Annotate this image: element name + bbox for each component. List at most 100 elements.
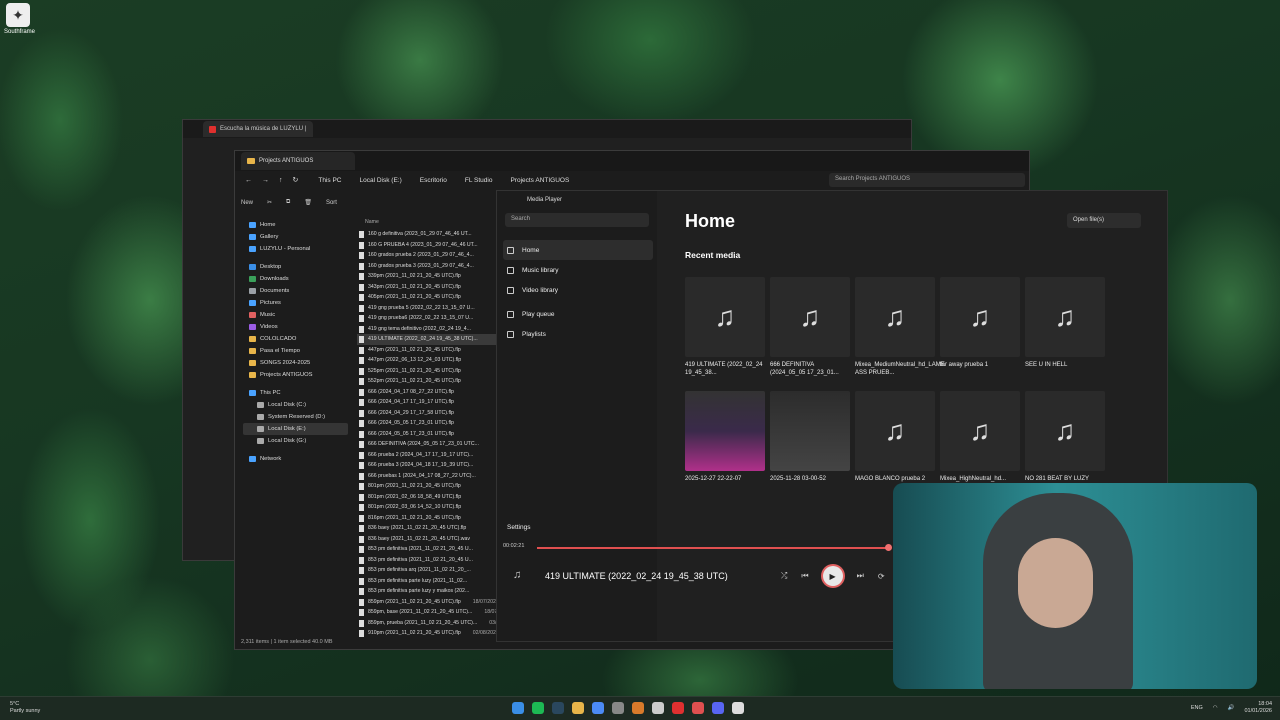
refresh-icon[interactable]: ↻ bbox=[293, 176, 299, 184]
shuffle-icon[interactable]: ⤮ bbox=[781, 571, 787, 581]
media-card[interactable]: 2025-11-28 03-00-52 bbox=[770, 391, 850, 483]
file-name: 160 grados prueba 2 (2023_01_29 07_46_4.… bbox=[368, 252, 474, 258]
nav-item[interactable]: System Reserved (D:) bbox=[243, 411, 348, 423]
seek-knob[interactable] bbox=[885, 544, 892, 551]
new-button[interactable]: New bbox=[241, 200, 253, 206]
spotify-icon[interactable] bbox=[532, 702, 544, 714]
file-explorer-icon[interactable] bbox=[572, 702, 584, 714]
nav-item-label: Videos bbox=[260, 324, 278, 330]
open-files-button[interactable]: Open file(s) bbox=[1067, 213, 1141, 228]
media-card[interactable]: ♫ MAGO BLANCO prueba 2 bbox=[855, 391, 935, 483]
nav-item[interactable]: SONGS 2024-2025 bbox=[243, 357, 348, 369]
nav-item[interactable]: Projects ANTIGUOS bbox=[243, 369, 348, 381]
media-nav: Home Music library Video library Play queue… bbox=[503, 240, 653, 344]
repeat-icon[interactable]: ⟳ bbox=[878, 572, 885, 581]
file-icon bbox=[359, 451, 364, 459]
media-nav-item[interactable]: Video library bbox=[503, 280, 653, 300]
nav-item[interactable]: Home bbox=[243, 219, 348, 231]
media-nav-icon bbox=[507, 330, 514, 338]
play-icon[interactable] bbox=[732, 702, 744, 714]
settings-button[interactable]: Settings bbox=[507, 524, 531, 531]
media-card[interactable]: ♫ NO 281 BEAT BY LUZY bbox=[1025, 391, 1105, 483]
media-thumbnail bbox=[685, 391, 765, 471]
nav-item[interactable]: LUZYLU - Personal bbox=[243, 243, 348, 255]
nav-item-icon bbox=[249, 324, 256, 330]
nav-item[interactable]: Local Disk (C:) bbox=[243, 399, 348, 411]
browser-tab[interactable]: Escucha la música de LUZYLU | bbox=[203, 121, 313, 137]
nav-item[interactable]: Downloads bbox=[243, 273, 348, 285]
nav-item[interactable]: Local Disk (G:) bbox=[243, 435, 348, 447]
forward-icon[interactable]: → bbox=[262, 177, 269, 184]
file-icon bbox=[359, 325, 364, 333]
nav-item[interactable]: Network bbox=[243, 453, 348, 465]
nav-item[interactable]: Documents bbox=[243, 285, 348, 297]
breadcrumb[interactable]: This PC Local Disk (E:) Escritorio FL St… bbox=[318, 177, 569, 184]
breadcrumb-item[interactable]: Escritorio bbox=[420, 177, 447, 184]
fl-studio-icon[interactable] bbox=[632, 702, 644, 714]
wifi-icon[interactable]: ◠ bbox=[1213, 705, 1218, 711]
desktop-icon-southframe[interactable]: ✦ Southframe bbox=[4, 3, 35, 35]
media-card[interactable]: ♫ Mixea_MediumNeutral_hd_LAME ASS PRUEB..… bbox=[855, 277, 945, 377]
nav-item-label: This PC bbox=[260, 390, 281, 396]
clock[interactable]: 18:04 01/01/2026 bbox=[1244, 701, 1272, 715]
media-nav-item[interactable]: Play queue bbox=[503, 304, 653, 324]
nav-item[interactable]: Music bbox=[243, 309, 348, 321]
explorer-search-input[interactable]: Search Projects ANTIGUOS bbox=[829, 173, 1025, 187]
chrome-icon[interactable] bbox=[592, 702, 604, 714]
file-name: 160 grados prueba 3 (2023_01_29 07_46_4.… bbox=[368, 262, 474, 269]
media-search-input[interactable]: Search bbox=[505, 213, 649, 227]
language-indicator[interactable]: ENG bbox=[1191, 705, 1203, 711]
media-card[interactable]: ♫ 419 ULTIMATE (2022_02_24 19_45_38... bbox=[685, 277, 765, 377]
nav-item-label: Music bbox=[260, 312, 276, 318]
media-nav-item[interactable]: Music library bbox=[503, 260, 653, 280]
nav-item[interactable]: Local Disk (E:) bbox=[243, 423, 348, 435]
file-name: 853 pm definitiva arq (2021_11_02 21_20_… bbox=[368, 567, 471, 573]
nav-item[interactable]: Gallery bbox=[243, 231, 348, 243]
file-icon bbox=[359, 315, 364, 322]
nav-item[interactable]: Pictures bbox=[243, 297, 348, 309]
breadcrumb-item[interactable]: Local Disk (E:) bbox=[360, 177, 402, 184]
play-button[interactable]: ▶ bbox=[822, 566, 843, 586]
youtube-music-icon[interactable] bbox=[672, 702, 684, 714]
media-nav-item[interactable]: Home bbox=[503, 240, 653, 260]
notes-icon[interactable] bbox=[652, 702, 664, 714]
nav-item[interactable]: Pasa el Tiempo bbox=[243, 345, 348, 357]
delete-icon[interactable]: 🗑 bbox=[304, 199, 312, 206]
media-nav-item[interactable]: Playlists bbox=[503, 324, 653, 344]
obs-icon[interactable] bbox=[612, 702, 624, 714]
nav-item[interactable]: Desktop bbox=[243, 261, 348, 273]
nav-item[interactable]: This PC bbox=[243, 387, 348, 399]
sort-button[interactable]: Sort bbox=[326, 200, 337, 206]
seek-bar[interactable] bbox=[537, 544, 892, 551]
volume-icon[interactable]: 🔊 bbox=[1228, 705, 1235, 711]
file-icon bbox=[359, 556, 364, 564]
start-icon[interactable] bbox=[512, 702, 524, 714]
steam-icon[interactable] bbox=[552, 702, 564, 714]
breadcrumb-item[interactable]: FL Studio bbox=[465, 177, 493, 184]
file-icon bbox=[359, 304, 364, 312]
explorer-tab[interactable]: Projects ANTIGUOS bbox=[241, 152, 355, 170]
breadcrumb-item[interactable]: Projects ANTIGUOS bbox=[510, 177, 569, 184]
nav-item-icon bbox=[249, 456, 256, 462]
nav-item[interactable]: COLOLCADO bbox=[243, 333, 348, 345]
nav-item[interactable]: Videos bbox=[243, 321, 348, 333]
discord-icon[interactable] bbox=[712, 702, 724, 714]
file-icon bbox=[359, 420, 364, 427]
media-nav-label: Video library bbox=[522, 286, 559, 294]
breadcrumb-item[interactable]: This PC bbox=[318, 177, 341, 184]
media-card[interactable]: ♫ SEE U IN HELL bbox=[1025, 277, 1105, 369]
up-icon[interactable]: ↑ bbox=[279, 177, 283, 184]
media-card[interactable]: ♫ far away prueba 1 bbox=[940, 277, 1020, 369]
weather-widget[interactable]: 5°C Partly sunny bbox=[10, 701, 40, 715]
previous-icon[interactable]: ⏮ bbox=[801, 571, 808, 581]
seek-bar-fill bbox=[537, 547, 889, 549]
back-icon[interactable]: ← bbox=[245, 177, 252, 184]
browser-tabbar: Escucha la música de LUZYLU | bbox=[183, 120, 911, 138]
next-icon[interactable]: ⏭ bbox=[857, 571, 864, 581]
media-card[interactable]: ♫ Mixea_HighNeutral_hd... bbox=[940, 391, 1020, 483]
media-card[interactable]: 2025-12-27 22-22-07 bbox=[685, 391, 765, 483]
media-player-icon[interactable] bbox=[692, 702, 704, 714]
media-card[interactable]: ♫ 666 DEFINITIVA (2024_05_05 17_23_01... bbox=[770, 277, 850, 377]
cut-icon[interactable]: ✂ bbox=[267, 199, 272, 206]
copy-icon[interactable]: ⧉ bbox=[286, 199, 290, 206]
